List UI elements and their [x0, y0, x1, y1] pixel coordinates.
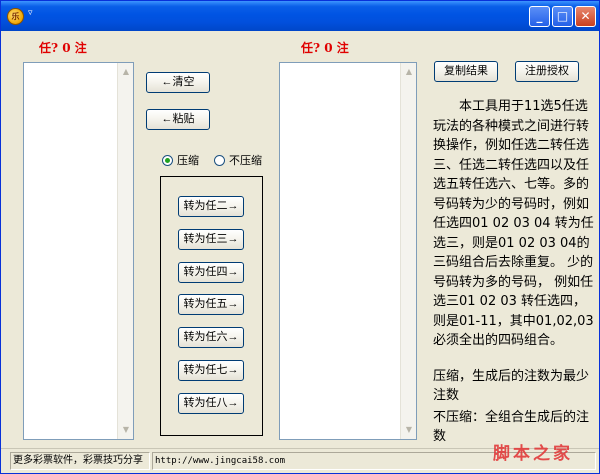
minimize-button[interactable]: _: [529, 6, 550, 27]
convert-to-ren5-button[interactable]: 转为任五→: [178, 294, 244, 315]
output-count-label: 任? 0 注: [301, 41, 349, 55]
description-paragraph: 本工具用于11选5任选玩法的各种模式之间进行转换操作，例如任选二转任选三、任选二…: [433, 99, 594, 348]
convert-to-ren7-button[interactable]: 转为任七→: [178, 360, 244, 381]
output-scrollbar[interactable]: ▲ ▼: [400, 63, 416, 439]
system-menu-icon[interactable]: ▿: [28, 8, 33, 18]
convert-to-ren2-button[interactable]: 转为任二→: [178, 196, 244, 217]
status-promo: 更多彩票软件，彩票技巧分享: [10, 452, 150, 470]
scroll-down-icon[interactable]: ▼: [119, 422, 133, 438]
input-count-label: 任? 0 注: [39, 41, 87, 55]
scroll-up-icon[interactable]: ▲: [402, 64, 416, 80]
app-icon[interactable]: 乐: [7, 8, 24, 25]
mode-radio-group: 压缩 不压缩: [162, 154, 262, 170]
compress-note: 压缩，生成后的注数为最少注数: [433, 369, 590, 403]
scroll-up-icon[interactable]: ▲: [119, 64, 133, 80]
convert-button-group: 转为任二→ 转为任三→ 转为任四→ 转为任五→ 转为任六→ 转为任七→ 转为任八…: [160, 176, 263, 436]
close-button[interactable]: ✕: [575, 6, 596, 27]
no-compress-radio[interactable]: [214, 155, 225, 166]
copy-result-button[interactable]: 复制结果: [434, 61, 498, 82]
compress-radio[interactable]: [162, 155, 173, 166]
convert-to-ren3-button[interactable]: 转为任三→: [178, 229, 244, 250]
maximize-button[interactable]: □: [552, 6, 573, 27]
paste-button[interactable]: ←粘贴: [146, 109, 210, 130]
input-scrollbar[interactable]: ▲ ▼: [117, 63, 133, 439]
watermark-logo: 脚本之家: [493, 444, 573, 464]
register-button[interactable]: 注册授权: [515, 61, 579, 82]
input-textarea[interactable]: ▲ ▼: [23, 62, 134, 440]
convert-to-ren4-button[interactable]: 转为任四→: [178, 262, 244, 283]
description-text: 本工具用于11选5任选玩法的各种模式之间进行转换操作，例如任选二转任选三、任选二…: [433, 97, 596, 351]
main-window: 乐 ▿ _ □ ✕ 任? 0 注 任? 0 注 ▲ ▼ ←清空 ←粘贴 压缩 不…: [0, 0, 600, 474]
scroll-down-icon[interactable]: ▼: [402, 422, 416, 438]
title-bar[interactable]: 乐 ▿ _ □ ✕: [1, 1, 599, 31]
no-compress-label[interactable]: 不压缩: [229, 154, 262, 168]
clear-button[interactable]: ←清空: [146, 72, 210, 93]
compress-label[interactable]: 压缩: [177, 154, 199, 168]
convert-to-ren6-button[interactable]: 转为任六→: [178, 327, 244, 348]
output-textarea[interactable]: ▲ ▼: [279, 62, 417, 440]
convert-to-ren8-button[interactable]: 转为任八→: [178, 393, 244, 414]
